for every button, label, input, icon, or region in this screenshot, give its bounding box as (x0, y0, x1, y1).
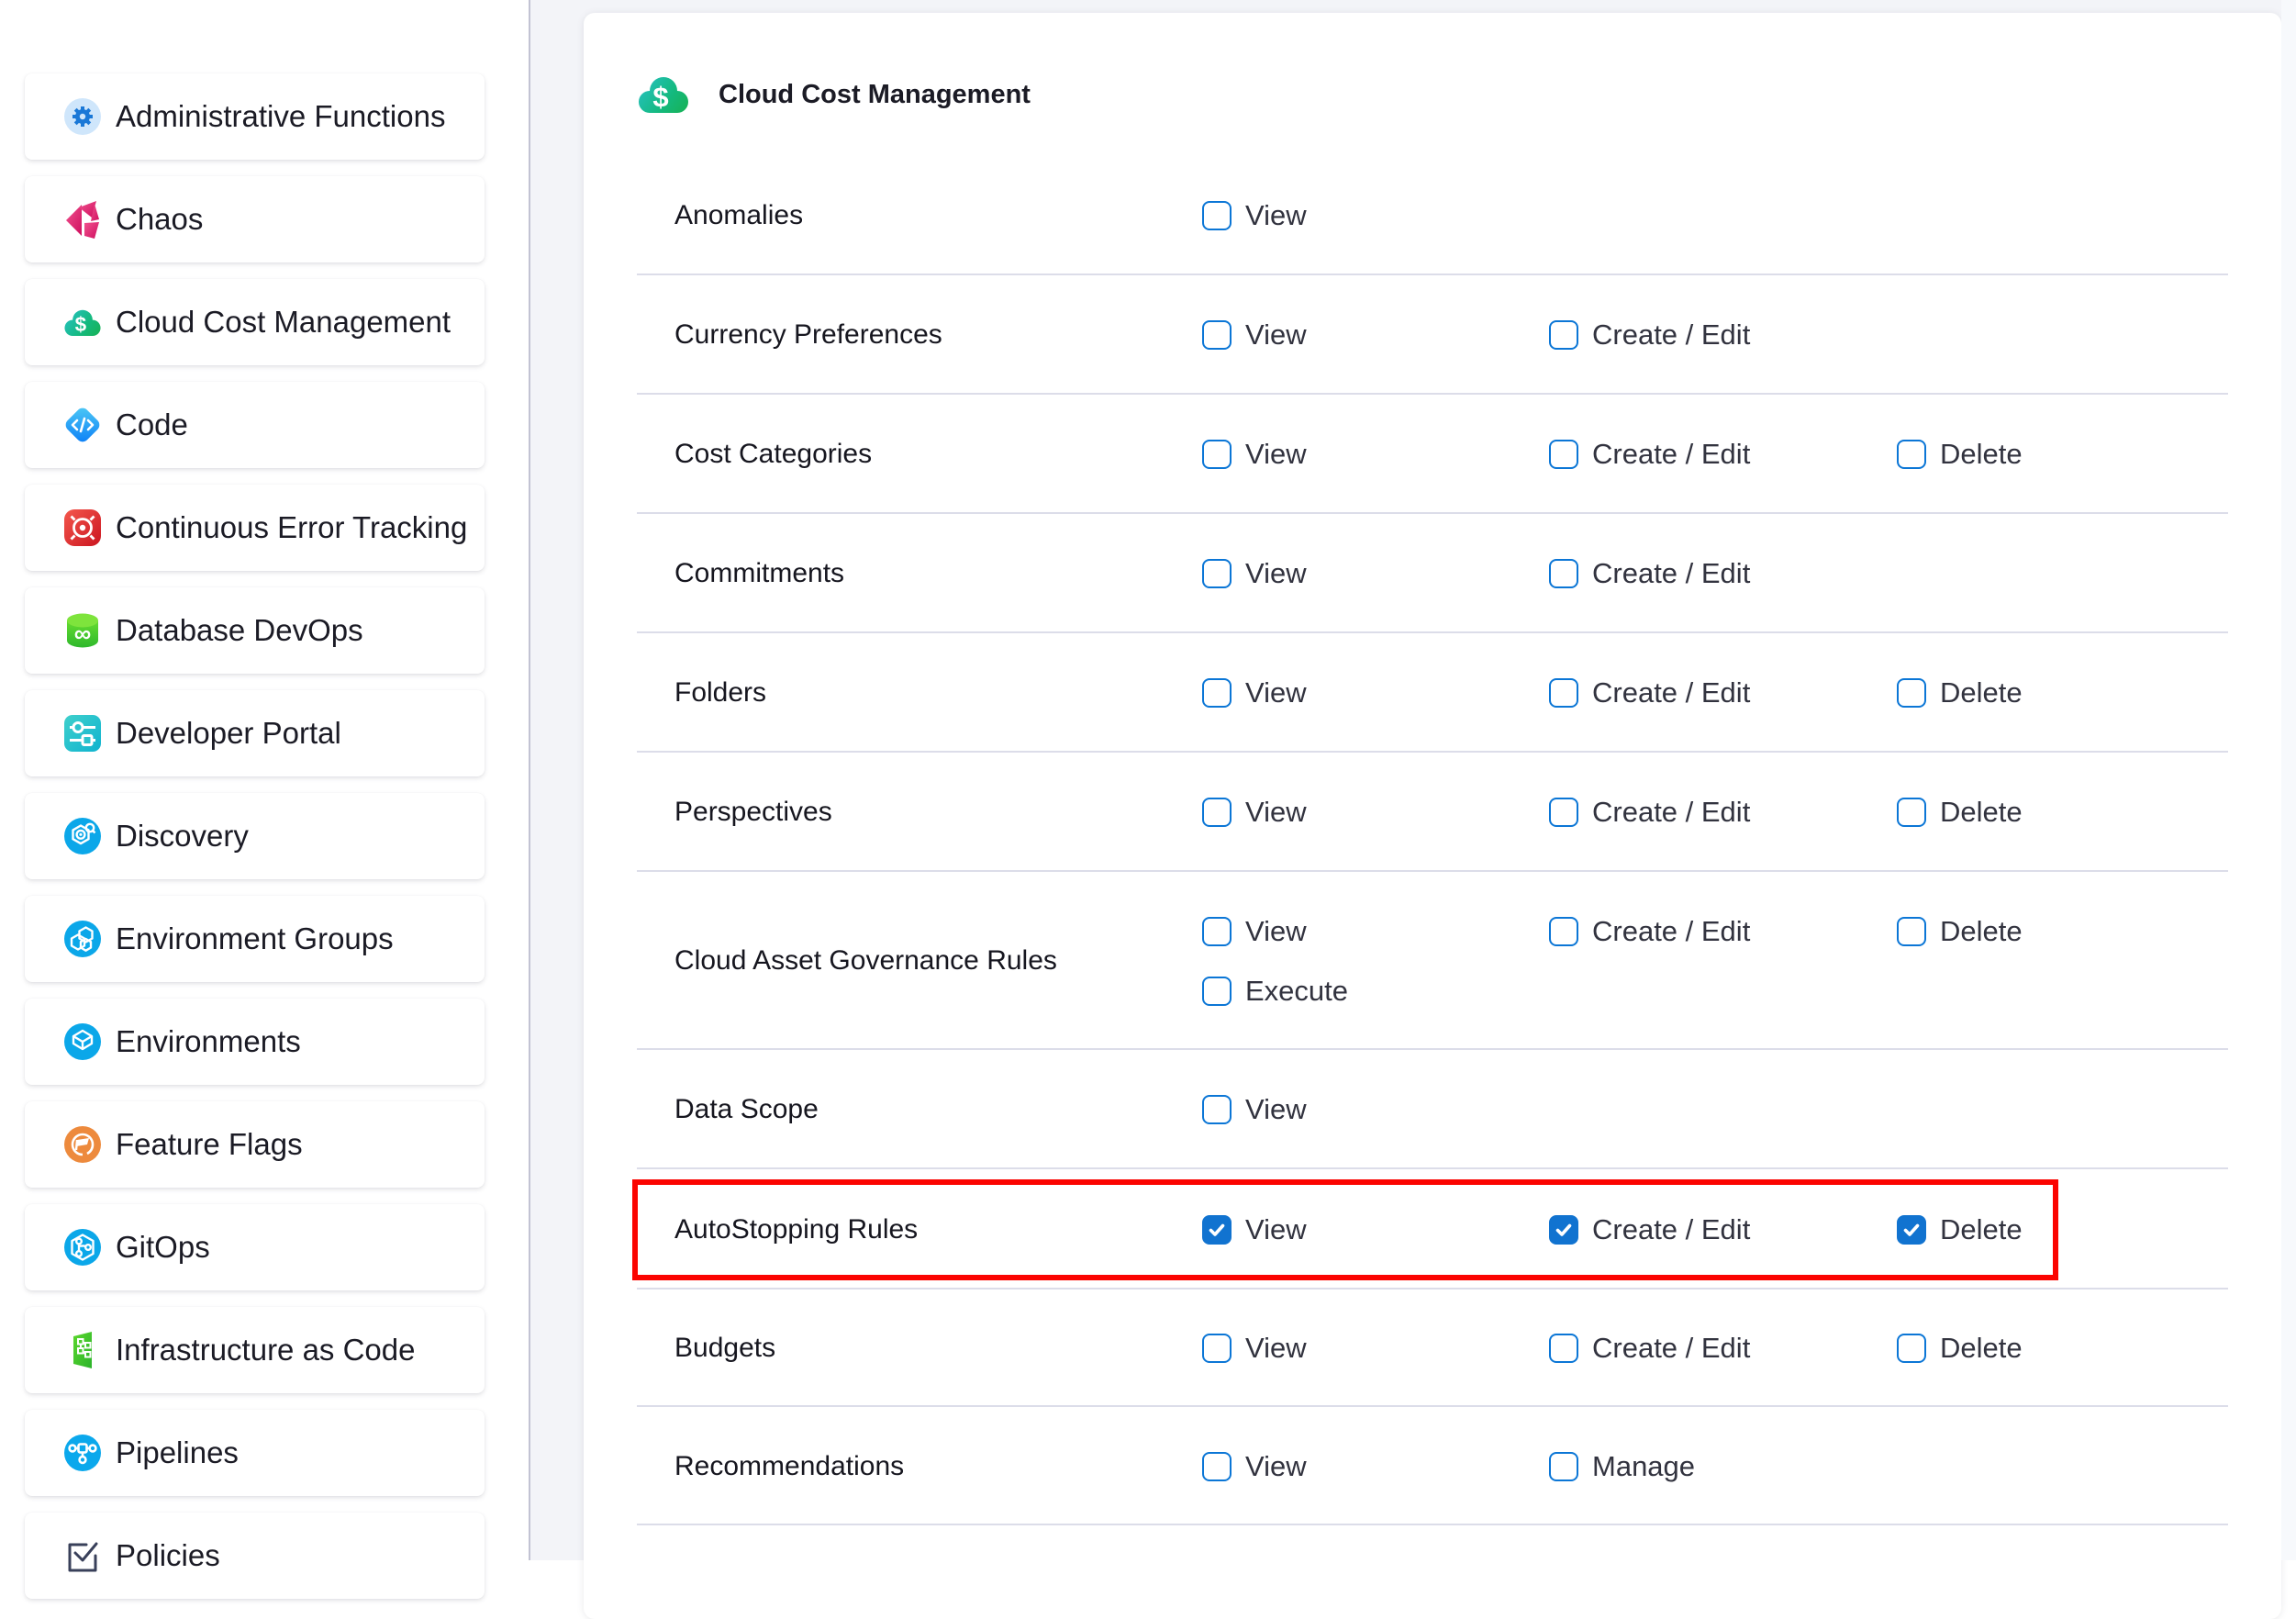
svg-text:∞: ∞ (74, 620, 92, 647)
svg-text:$: $ (652, 81, 668, 113)
svg-text:$: $ (75, 312, 87, 335)
